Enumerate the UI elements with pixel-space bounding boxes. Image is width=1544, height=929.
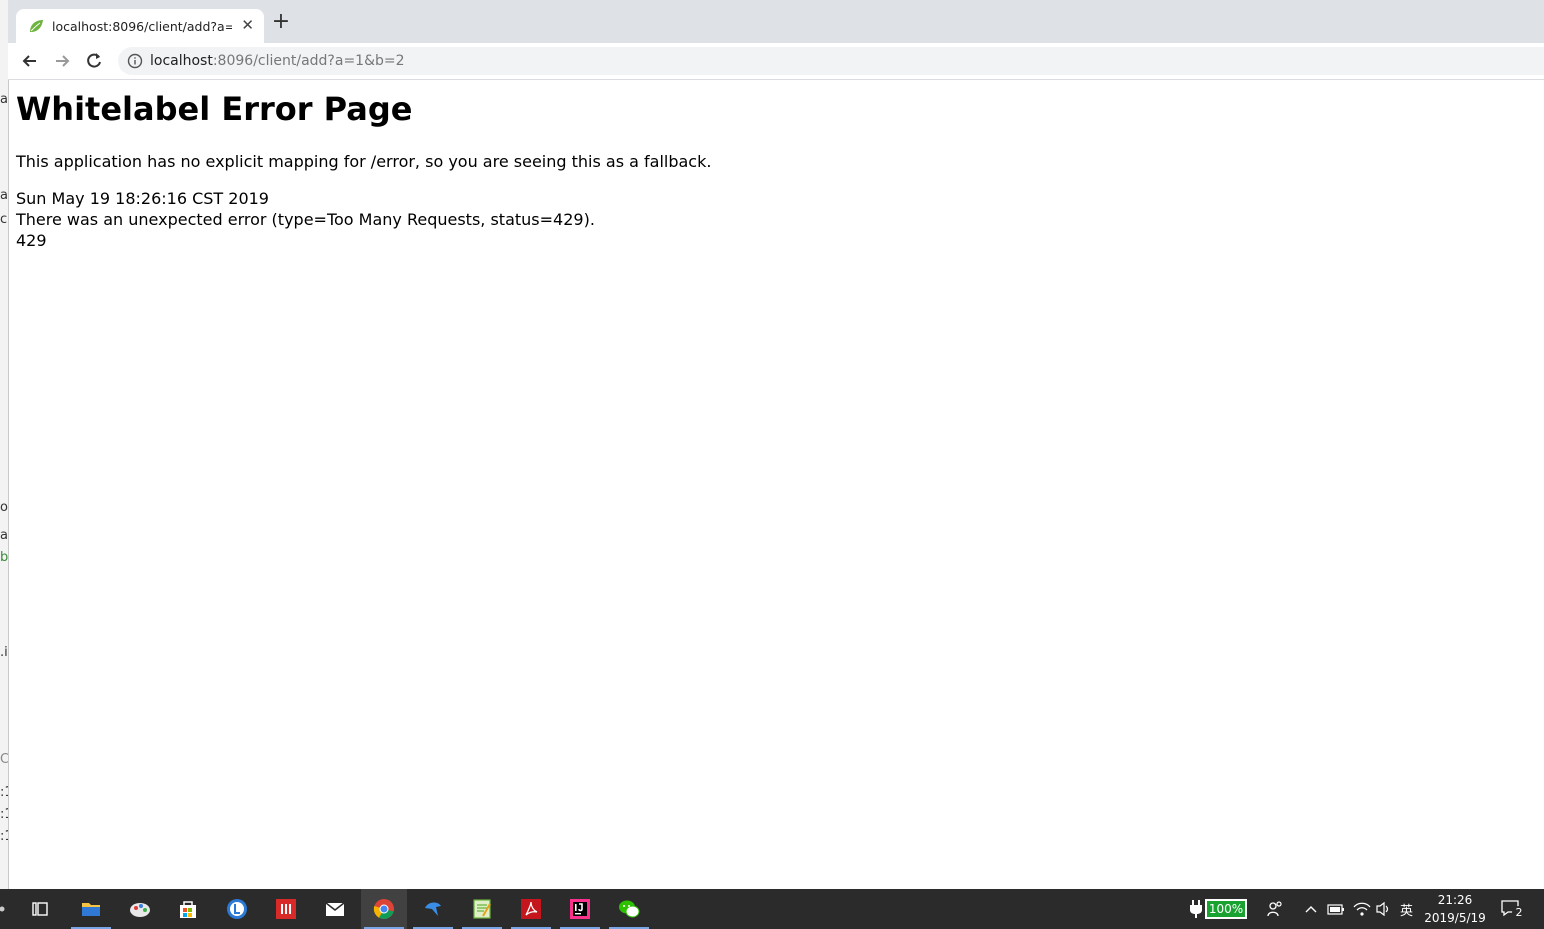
volume-icon[interactable] xyxy=(1375,901,1393,917)
error-status-code: 429 xyxy=(16,231,47,250)
taskbar-app-wechat[interactable] xyxy=(606,889,652,929)
people-icon[interactable] xyxy=(1266,900,1284,918)
windows-taskbar: 100% 英 21:26 2019/5/19 2 xyxy=(0,889,1544,929)
browser-chrome: localhost:8096/client/add?a=1 ✕ + localh… xyxy=(8,0,1544,80)
address-bar[interactable]: localhost:8096/client/add?a=1&b=2 xyxy=(118,47,1544,75)
wechat-icon xyxy=(619,900,640,918)
taskbar-app-store[interactable] xyxy=(165,889,211,929)
edge-char: :1 xyxy=(0,785,8,800)
taskbar-app-mail[interactable] xyxy=(312,889,358,929)
blue-circle-app-icon xyxy=(227,899,247,919)
taskbar-app-intellij[interactable] xyxy=(557,889,603,929)
bird-app-icon xyxy=(425,902,441,916)
paint-icon xyxy=(130,903,150,917)
page-content: Whitelabel Error Page This application h… xyxy=(16,80,1516,880)
new-tab-button[interactable]: + xyxy=(270,11,292,33)
error-message: This application has no explicit mapping… xyxy=(16,152,712,171)
error-description: There was an unexpected error (type=Too … xyxy=(16,210,595,229)
battery-indicator[interactable]: 100% xyxy=(1205,899,1247,919)
system-clock[interactable]: 21:26 2019/5/19 xyxy=(1420,891,1490,927)
input-method-indicator[interactable]: 英 xyxy=(1400,900,1413,920)
red-app-icon xyxy=(276,899,296,919)
clock-date: 2019/5/19 xyxy=(1424,911,1486,925)
tab-title: localhost:8096/client/add?a=1 xyxy=(52,19,232,34)
edge-char: :1 xyxy=(0,829,8,844)
page-title: Whitelabel Error Page xyxy=(16,90,413,128)
taskbar-app-explorer[interactable] xyxy=(68,889,114,929)
spring-leaf-icon xyxy=(30,20,43,32)
chrome-icon xyxy=(373,899,394,919)
edge-char: o xyxy=(0,500,8,515)
forward-arrow-icon[interactable] xyxy=(52,51,72,71)
edge-char: .i xyxy=(0,645,8,660)
error-timestamp: Sun May 19 18:26:16 CST 2019 xyxy=(16,189,269,208)
chevron-up-icon[interactable] xyxy=(1304,903,1318,915)
browser-tab[interactable]: localhost:8096/client/add?a=1 ✕ xyxy=(16,9,264,43)
taskbar-app-notepad[interactable] xyxy=(459,889,505,929)
taskbar-app-acrobat[interactable] xyxy=(508,889,554,929)
reload-icon[interactable] xyxy=(84,51,104,71)
power-plug-icon[interactable] xyxy=(1188,899,1204,919)
taskbar-app-paint[interactable] xyxy=(117,889,163,929)
wifi-icon[interactable] xyxy=(1353,901,1371,917)
taskbar-app-bird[interactable] xyxy=(410,889,456,929)
edge-char: b xyxy=(0,550,9,565)
tab-strip: localhost:8096/client/add?a=1 ✕ + xyxy=(8,0,1544,43)
taskbar-app-chrome[interactable] xyxy=(361,889,407,929)
battery-tray-icon[interactable] xyxy=(1327,902,1345,916)
file-explorer-icon xyxy=(82,903,100,916)
clock-time: 21:26 xyxy=(1437,893,1473,907)
url-host: localhost xyxy=(150,53,213,69)
edge-char: a xyxy=(0,92,8,107)
edge-char: C xyxy=(0,752,9,767)
background-window-edge: a a c o a b .i C :1 :1 :1 xyxy=(0,0,9,889)
task-view-icon xyxy=(32,902,48,916)
task-view-button[interactable] xyxy=(17,889,63,929)
mail-icon xyxy=(325,902,345,916)
acrobat-icon xyxy=(521,899,541,919)
info-icon[interactable] xyxy=(127,53,143,69)
notification-count-badge: 2 xyxy=(1512,906,1526,920)
url-path: :8096/client/add?a=1&b=2 xyxy=(212,53,405,69)
edge-char: a xyxy=(0,528,8,543)
browser-toolbar: localhost:8096/client/add?a=1&b=2 xyxy=(8,43,1544,80)
action-center-button[interactable]: 2 xyxy=(1500,898,1526,922)
store-icon xyxy=(180,901,196,918)
edge-char: a xyxy=(0,188,8,203)
tab-close-icon[interactable]: ✕ xyxy=(241,16,254,34)
battery-level: 100% xyxy=(1207,901,1245,917)
intellij-icon xyxy=(570,899,590,919)
taskbar-app-blue-circle[interactable] xyxy=(214,889,260,929)
taskbar-edge-icon xyxy=(0,906,5,912)
taskbar-app-red[interactable] xyxy=(263,889,309,929)
notepad-icon xyxy=(473,899,491,919)
edge-char: c xyxy=(0,212,8,227)
edge-char: :1 xyxy=(0,807,8,822)
url-text[interactable]: localhost:8096/client/add?a=1&b=2 xyxy=(150,53,405,69)
back-arrow-icon[interactable] xyxy=(20,51,40,71)
